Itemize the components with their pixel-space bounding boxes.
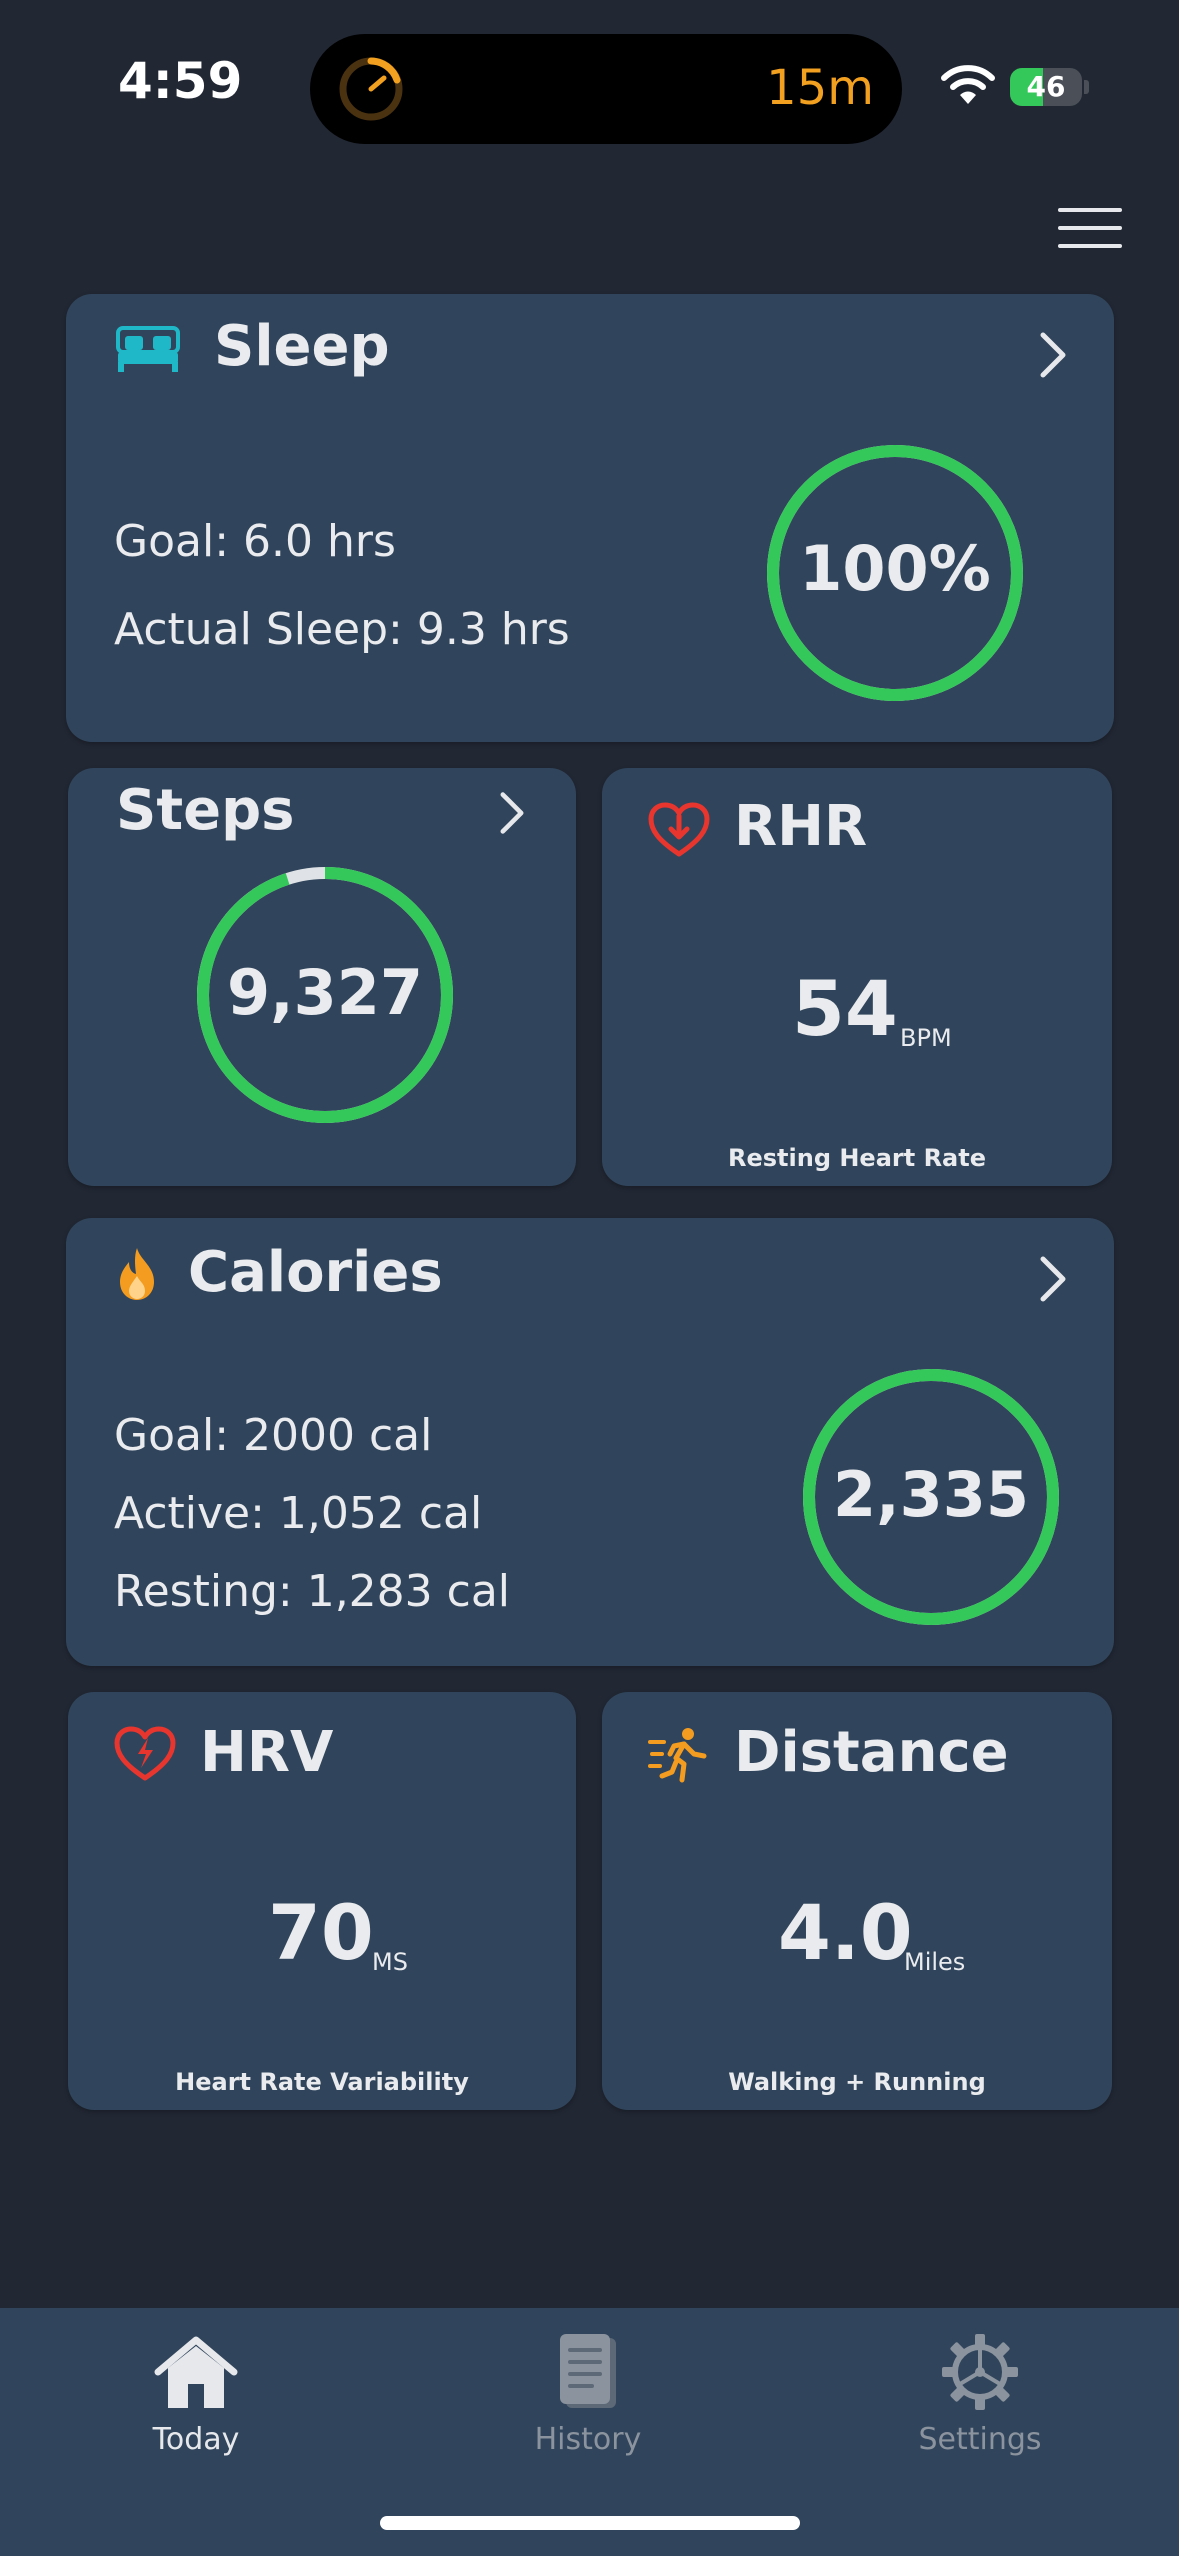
hrv-value: 70 xyxy=(268,1888,374,1977)
book-icon xyxy=(560,2334,616,2408)
battery-level: 46 xyxy=(1026,70,1066,103)
timer-icon xyxy=(339,57,403,121)
heart-down-arrow-icon xyxy=(648,802,710,857)
flame-icon xyxy=(120,1248,154,1300)
rhr-value: 54 xyxy=(792,964,898,1053)
calories-title: Calories xyxy=(188,1240,443,1305)
rhr-unit: BPM xyxy=(900,1024,952,1052)
distance-caption: Walking + Running xyxy=(728,2068,986,2096)
hrv-unit: MS xyxy=(372,1948,408,1976)
live-activity-text: 15m xyxy=(766,60,874,116)
tab-today[interactable]: Today xyxy=(86,2322,306,2472)
calories-resting: Resting: 1,283 cal xyxy=(114,1566,511,1617)
sleep-card[interactable]: Sleep Goal: 6.0 hrs Actual Sleep: 9.3 hr… xyxy=(66,294,1114,742)
battery-icon: 46 xyxy=(1010,68,1082,106)
sleep-title: Sleep xyxy=(214,314,390,379)
house-icon xyxy=(154,2336,238,2408)
gear-icon xyxy=(942,2334,1018,2410)
hamburger-menu-icon[interactable] xyxy=(1058,208,1122,248)
calories-goal: Goal: 2000 cal xyxy=(114,1410,433,1461)
calories-total: 2,335 xyxy=(832,1458,1030,1531)
tab-history-label: History xyxy=(534,2422,642,2457)
heart-bolt-icon xyxy=(114,1726,176,1781)
wifi-icon xyxy=(941,65,995,104)
chevron-right-icon[interactable] xyxy=(498,790,526,836)
rhr-caption: Resting Heart Rate xyxy=(727,1144,986,1172)
distance-unit: Miles xyxy=(904,1948,966,1976)
steps-value: 9,327 xyxy=(226,956,424,1029)
steps-card[interactable]: Steps 9,327 xyxy=(68,768,576,1186)
sleep-goal: Goal: 6.0 hrs xyxy=(114,516,396,567)
sleep-actual: Actual Sleep: 9.3 hrs xyxy=(114,604,570,655)
hrv-caption: Heart Rate Variability xyxy=(175,2068,469,2096)
chevron-right-icon[interactable] xyxy=(1038,1254,1068,1304)
distance-card[interactable]: Distance 4.0 Miles Walking + Running xyxy=(602,1692,1112,2110)
hrv-title: HRV xyxy=(200,1720,334,1785)
bed-icon xyxy=(116,326,180,372)
chevron-right-icon[interactable] xyxy=(1038,330,1068,380)
tab-settings[interactable]: Settings xyxy=(870,2322,1090,2472)
home-indicator xyxy=(380,2516,800,2530)
battery-tip xyxy=(1084,80,1089,94)
rhr-card[interactable]: RHR 54 BPM Resting Heart Rate xyxy=(602,768,1112,1186)
distance-title: Distance xyxy=(734,1720,1009,1785)
steps-title: Steps xyxy=(116,778,295,843)
rhr-title: RHR xyxy=(734,794,868,859)
tab-settings-label: Settings xyxy=(918,2422,1042,2457)
tab-history[interactable]: History xyxy=(478,2322,698,2472)
status-time: 4:59 xyxy=(118,52,243,110)
running-person-icon xyxy=(648,1728,707,1783)
tab-today-label: Today xyxy=(152,2422,240,2457)
distance-value: 4.0 xyxy=(778,1888,913,1977)
hrv-card[interactable]: HRV 70 MS Heart Rate Variability xyxy=(68,1692,576,2110)
sleep-percent: 100% xyxy=(799,532,991,605)
calories-card[interactable]: Calories Goal: 2000 cal Active: 1,052 ca… xyxy=(66,1218,1114,1666)
calories-active: Active: 1,052 cal xyxy=(114,1488,483,1539)
dynamic-island[interactable]: 15m xyxy=(310,34,902,144)
